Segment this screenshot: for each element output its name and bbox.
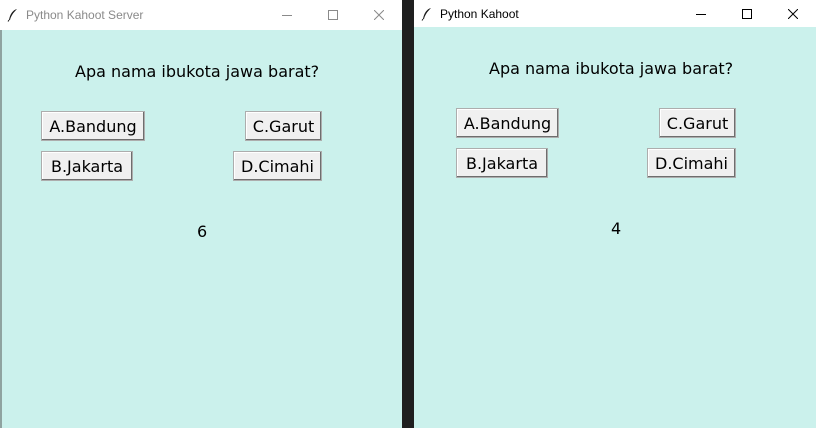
window-border bbox=[0, 30, 2, 428]
maximize-icon[interactable] bbox=[724, 0, 770, 27]
close-icon[interactable] bbox=[356, 0, 402, 30]
window-title: Python Kahoot Server bbox=[26, 8, 144, 22]
feather-icon bbox=[414, 0, 440, 27]
feather-icon bbox=[0, 0, 26, 30]
server-window: Python Kahoot Server Apa nama ibukota ja… bbox=[0, 0, 402, 428]
timer-label: 4 bbox=[611, 219, 622, 238]
timer-label: 6 bbox=[197, 222, 208, 241]
question-label: Apa nama ibukota jawa barat? bbox=[489, 59, 734, 78]
option-d-button[interactable]: D.Cimahi bbox=[233, 151, 322, 181]
client-titlebar[interactable]: Python Kahoot bbox=[414, 0, 816, 27]
option-b-button[interactable]: B.Jakarta bbox=[456, 148, 548, 178]
option-a-button[interactable]: A.Bandung bbox=[456, 108, 559, 138]
option-d-button[interactable]: D.Cimahi bbox=[647, 148, 736, 178]
question-label: Apa nama ibukota jawa barat? bbox=[75, 62, 320, 81]
minimize-icon[interactable] bbox=[264, 0, 310, 30]
option-a-button[interactable]: A.Bandung bbox=[41, 111, 145, 141]
option-c-button[interactable]: C.Garut bbox=[245, 111, 322, 141]
close-icon[interactable] bbox=[770, 0, 816, 27]
option-c-button[interactable]: C.Garut bbox=[659, 108, 736, 138]
maximize-icon[interactable] bbox=[310, 0, 356, 30]
window-title: Python Kahoot bbox=[440, 6, 519, 21]
client-client-area: Apa nama ibukota jawa barat? A.Bandung B… bbox=[414, 27, 816, 428]
minimize-icon[interactable] bbox=[678, 0, 724, 27]
server-client-area: Apa nama ibukota jawa barat? A.Bandung B… bbox=[0, 30, 402, 428]
server-titlebar[interactable]: Python Kahoot Server bbox=[0, 0, 402, 30]
client-window: Python Kahoot Apa nama ibukota jawa bara… bbox=[414, 0, 816, 428]
option-b-button[interactable]: B.Jakarta bbox=[41, 151, 133, 181]
